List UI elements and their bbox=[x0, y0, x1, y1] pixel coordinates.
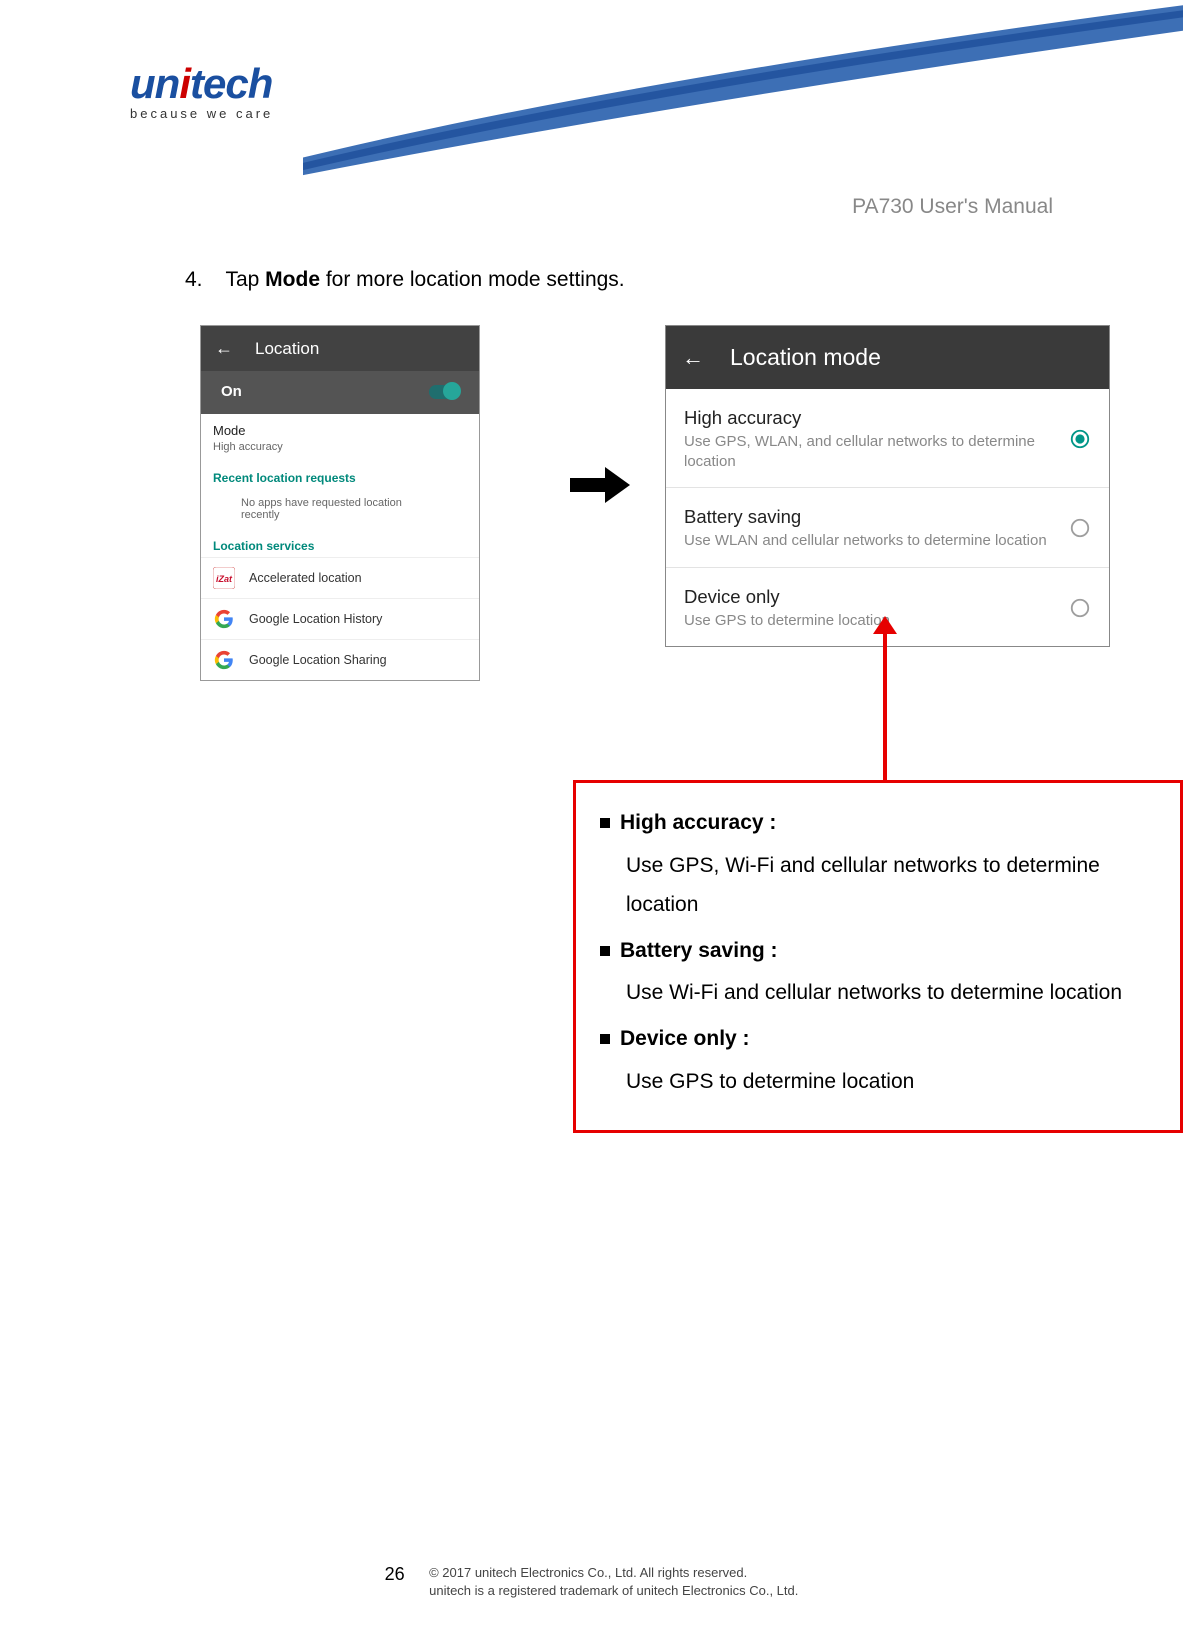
appbar-title: Location mode bbox=[730, 344, 881, 371]
page-number: 26 bbox=[385, 1564, 405, 1585]
page-footer: 26 © 2017 unitech Electronics Co., Ltd. … bbox=[0, 1564, 1183, 1600]
appbar: ← Location bbox=[201, 326, 479, 371]
callout-desc: Use GPS to determine location bbox=[626, 1063, 1162, 1102]
logo-text-post: tech bbox=[190, 60, 272, 107]
recent-requests-info: No apps have requested location recently bbox=[201, 489, 479, 531]
radio-option-high-accuracy[interactable]: High accuracy Use GPS, WLAN, and cellula… bbox=[666, 389, 1109, 488]
callout-desc: Use Wi-Fi and cellular networks to deter… bbox=[626, 974, 1162, 1013]
screenshot-location-settings: ← Location On Mode High accuracy Recent … bbox=[200, 325, 480, 681]
appbar: ← Location mode bbox=[666, 326, 1109, 389]
callout-item: High accuracy : bbox=[596, 803, 1162, 843]
screenshot-location-mode: ← Location mode High accuracy Use GPS, W… bbox=[665, 325, 1110, 647]
list-item[interactable]: Google Location History bbox=[201, 598, 479, 639]
logo-text-pre: un bbox=[130, 60, 179, 107]
option-title: High accuracy bbox=[684, 407, 1059, 429]
radio-option-device-only[interactable]: Device only Use GPS to determine locatio… bbox=[666, 568, 1109, 647]
appbar-title: Location bbox=[255, 339, 319, 359]
bullet-icon bbox=[600, 1034, 610, 1044]
step-number: 4. bbox=[185, 268, 220, 292]
radio-unselected-icon[interactable] bbox=[1069, 517, 1091, 539]
callout-desc: Use GPS, Wi-Fi and cellular networks to … bbox=[626, 847, 1162, 925]
step-text-post: for more location mode settings. bbox=[320, 268, 625, 291]
callout-label: High accuracy : bbox=[620, 811, 776, 834]
step-text-bold: Mode bbox=[265, 268, 320, 291]
callout-arrow-line bbox=[883, 624, 887, 782]
svg-text:iZat: iZat bbox=[216, 574, 233, 584]
arrow-right-icon bbox=[570, 465, 630, 505]
option-desc: Use WLAN and cellular networks to determ… bbox=[684, 531, 1047, 551]
copyright-line-1: © 2017 unitech Electronics Co., Ltd. All… bbox=[429, 1565, 747, 1580]
callout-item: Battery saving : bbox=[596, 931, 1162, 971]
callout-item: Device only : bbox=[596, 1019, 1162, 1059]
google-icon bbox=[213, 649, 235, 671]
copyright-line-2: unitech is a registered trademark of uni… bbox=[429, 1583, 798, 1598]
back-arrow-icon[interactable]: ← bbox=[682, 345, 704, 371]
list-item-label: Accelerated location bbox=[249, 571, 362, 585]
mode-value: High accuracy bbox=[201, 441, 479, 463]
logo-tagline: because we care bbox=[130, 106, 273, 121]
callout-label: Battery saving : bbox=[620, 939, 778, 962]
logo-dot-icon: i bbox=[179, 60, 190, 107]
google-icon bbox=[213, 608, 235, 630]
radio-option-battery-saving[interactable]: Battery saving Use WLAN and cellular net… bbox=[666, 488, 1109, 568]
header-decorative-swoosh bbox=[303, 0, 1183, 190]
location-services-header: Location services bbox=[201, 531, 479, 557]
list-item[interactable]: iZat Accelerated location bbox=[201, 557, 479, 598]
callout-box: High accuracy : Use GPS, Wi-Fi and cellu… bbox=[573, 780, 1183, 1133]
option-desc: Use GPS, WLAN, and cellular networks to … bbox=[684, 432, 1059, 471]
bullet-icon bbox=[600, 946, 610, 956]
option-title: Battery saving bbox=[684, 506, 1047, 528]
instruction-step: 4. Tap Mode for more location mode setti… bbox=[185, 268, 625, 292]
list-item-label: Google Location Sharing bbox=[249, 653, 387, 667]
mode-label[interactable]: Mode bbox=[201, 414, 479, 441]
recent-requests-header: Recent location requests bbox=[201, 463, 479, 489]
qualcomm-icon: iZat bbox=[213, 567, 235, 589]
step-text-pre: Tap bbox=[225, 268, 265, 291]
list-item[interactable]: Google Location Sharing bbox=[201, 639, 479, 680]
bullet-icon bbox=[600, 818, 610, 828]
radio-unselected-icon[interactable] bbox=[1069, 597, 1091, 619]
callout-label: Device only : bbox=[620, 1027, 750, 1050]
document-title: PA730 User's Manual bbox=[852, 195, 1053, 219]
toggle-switch-icon[interactable] bbox=[429, 385, 459, 399]
option-title: Device only bbox=[684, 586, 890, 608]
logo: unitech because we care bbox=[130, 60, 273, 121]
radio-selected-icon[interactable] bbox=[1069, 428, 1091, 450]
list-item-label: Google Location History bbox=[249, 612, 382, 626]
option-desc: Use GPS to determine location bbox=[684, 611, 890, 631]
back-arrow-icon[interactable]: ← bbox=[215, 338, 233, 359]
location-toggle-row[interactable]: On bbox=[201, 371, 479, 414]
location-on-label: On bbox=[221, 383, 242, 400]
